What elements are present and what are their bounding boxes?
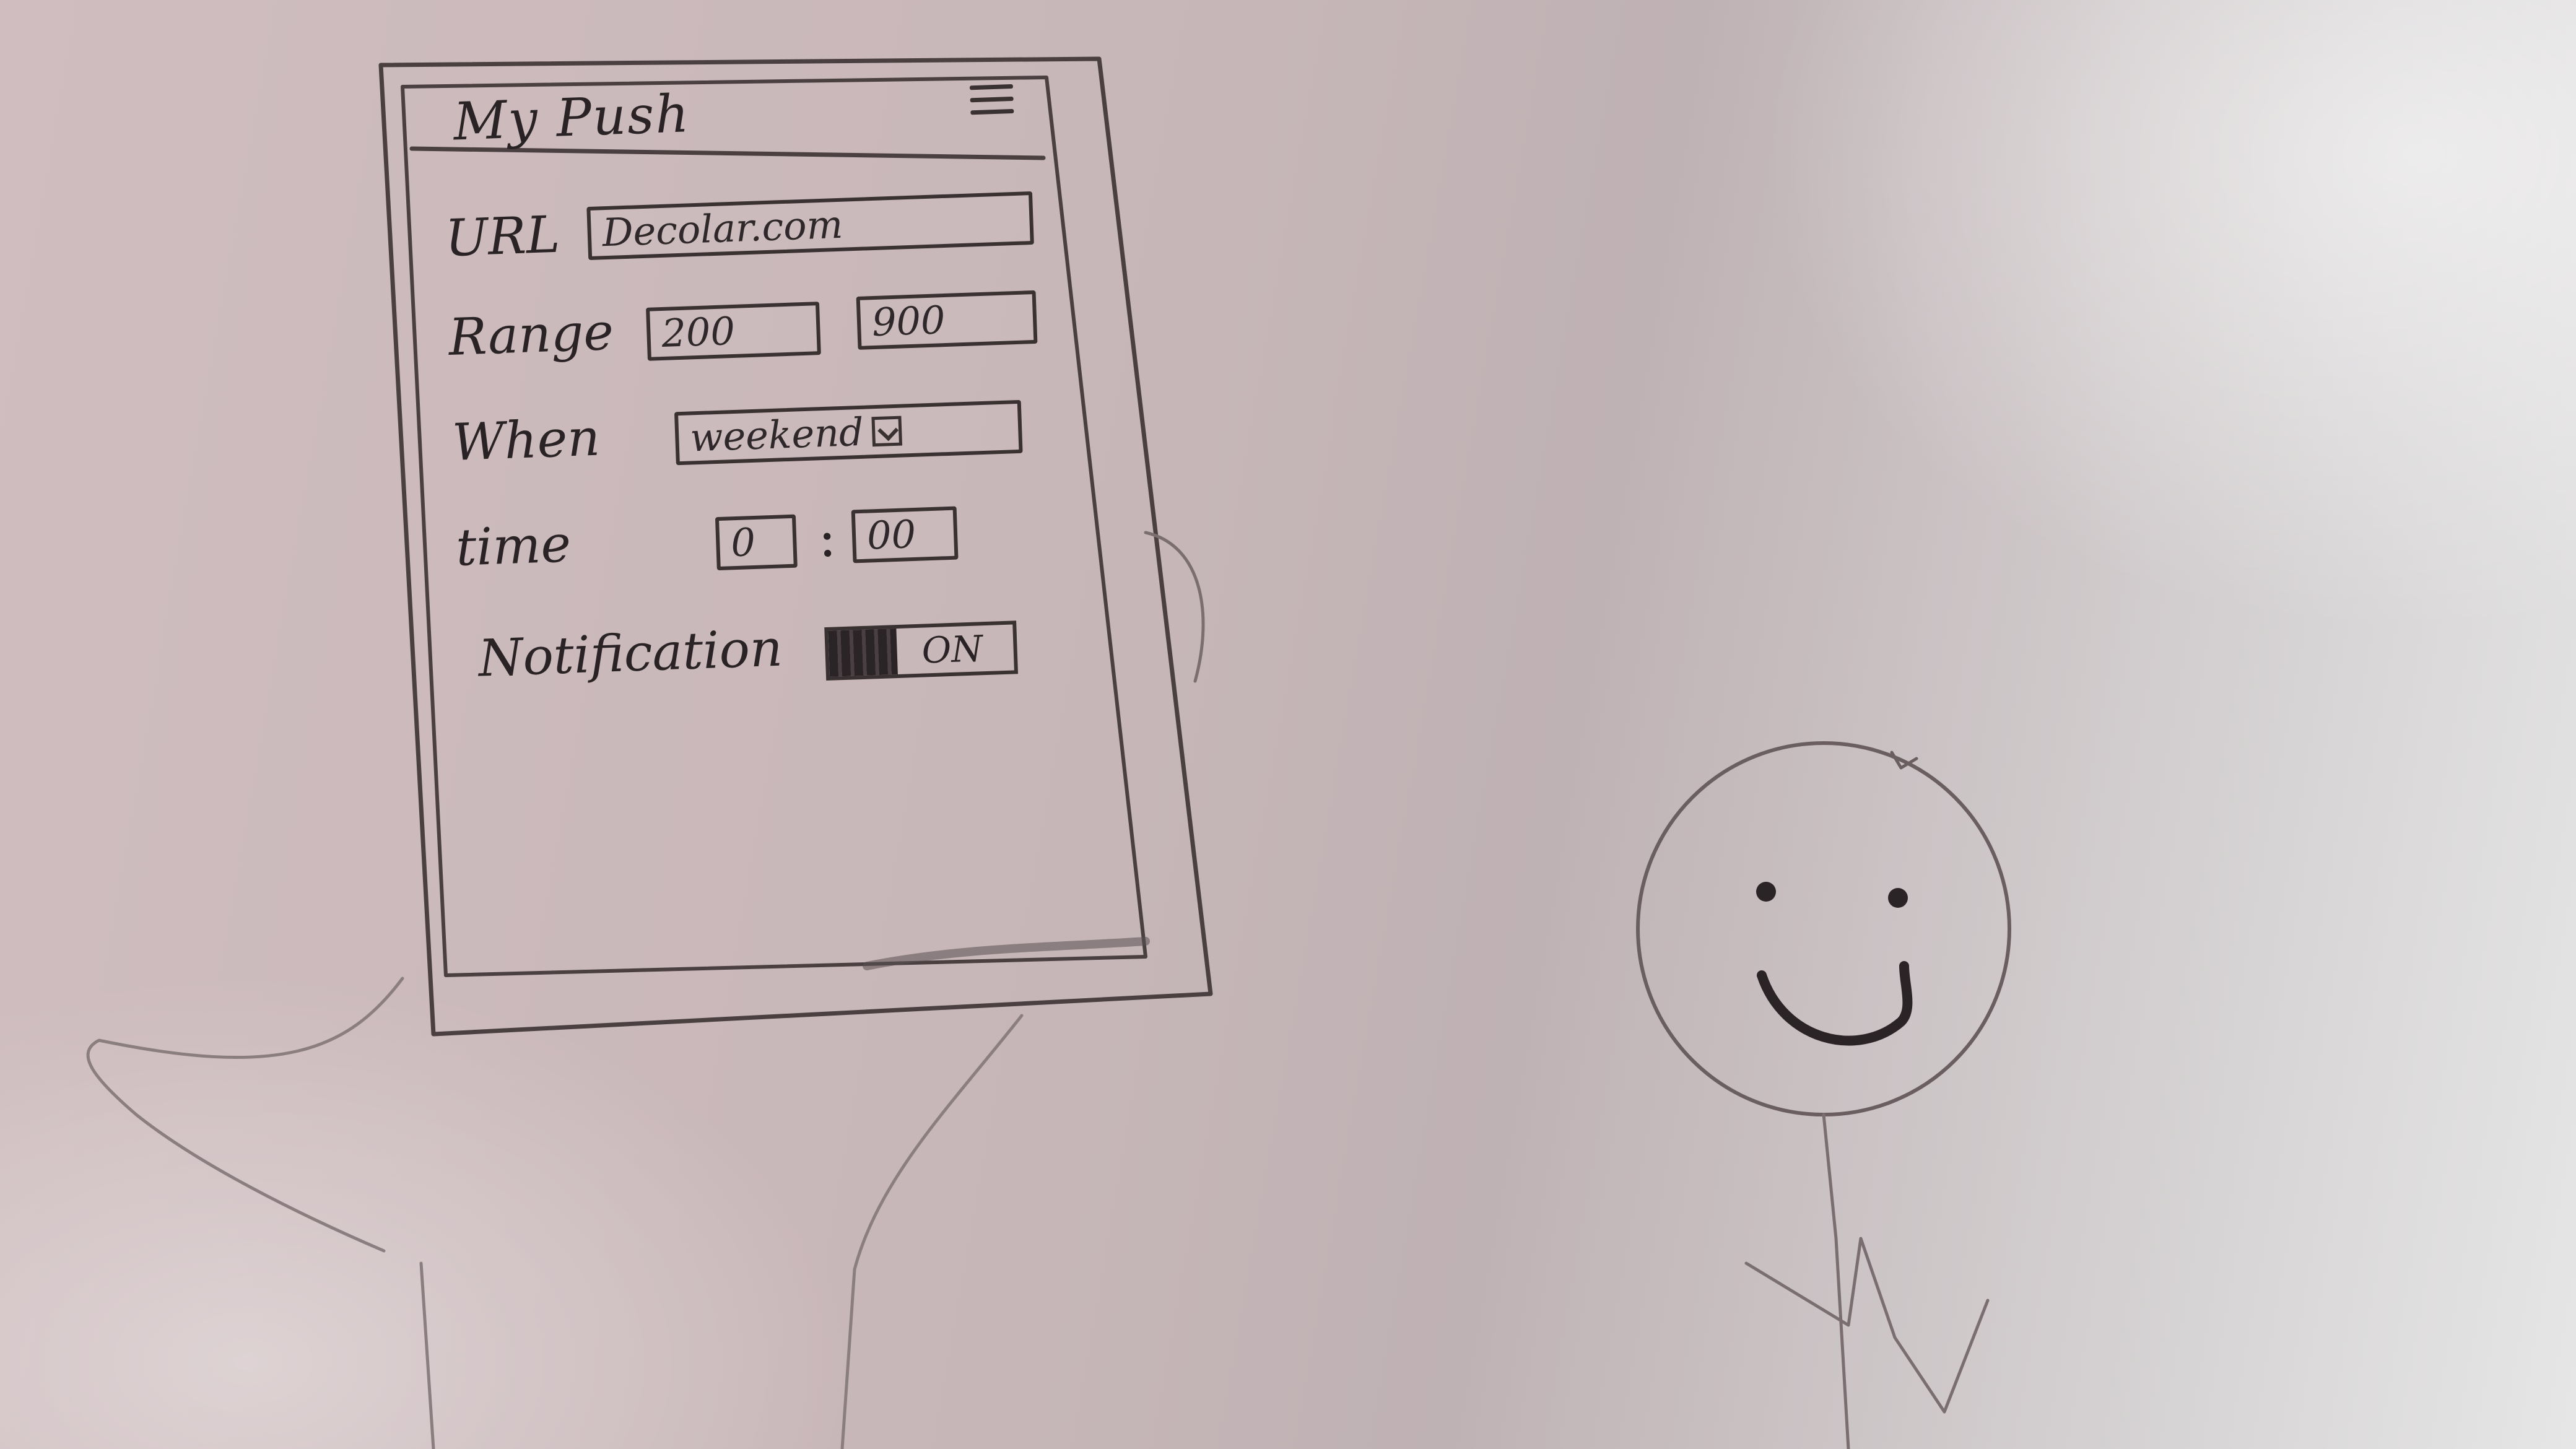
notification-row: Notification ON <box>459 603 1056 710</box>
left-arm <box>419 1261 435 1449</box>
range-min-input[interactable]: 200 <box>646 302 821 361</box>
range-row: Range 200 900 <box>448 282 1045 389</box>
stick-figure-left-eye <box>1756 882 1776 902</box>
when-label: When <box>451 408 601 472</box>
notification-label: Notification <box>477 619 784 689</box>
menu-line <box>970 96 1014 103</box>
time-label: time <box>455 515 572 578</box>
app-title: My Push <box>452 83 691 152</box>
range-max-input[interactable]: 900 <box>856 290 1038 350</box>
url-label: URL <box>444 205 561 269</box>
url-input[interactable]: Decolar.com <box>586 191 1034 261</box>
body-line <box>840 1014 1024 1449</box>
menu-line <box>969 84 1014 90</box>
url-row: URL Decolar.com <box>444 183 1041 290</box>
when-selected-value: weekend <box>689 409 864 461</box>
chevron-down-icon[interactable] <box>871 416 903 447</box>
time-minute-input[interactable]: 00 <box>851 506 959 564</box>
toggle-knob <box>828 629 898 677</box>
left-hand <box>86 977 404 1253</box>
time-row: time 0 : 00 <box>455 492 1051 599</box>
when-row: When weekend <box>451 386 1048 494</box>
stick-figure-smile <box>1757 961 1913 1046</box>
notification-state: ON <box>921 627 984 672</box>
stick-figure-neck <box>1822 1113 1850 1449</box>
range-label: Range <box>447 302 615 367</box>
stick-figure-head <box>1636 741 2011 1116</box>
when-select[interactable]: weekend <box>674 399 1023 466</box>
hand-thumb <box>1144 531 1205 683</box>
stick-figure-arms <box>1744 1237 1990 1414</box>
time-hour-input[interactable]: 0 <box>715 514 798 571</box>
menu-line <box>970 108 1014 115</box>
stick-figure-right-eye <box>1888 888 1908 908</box>
hamburger-menu-icon[interactable] <box>969 84 1014 123</box>
time-separator: : <box>817 507 837 570</box>
notification-toggle[interactable]: ON <box>824 620 1019 681</box>
pencil-sketch <box>86 56 2011 1449</box>
phone-mockup: My Push URL Decolar.com Range 200 900 Wh… <box>409 58 1077 972</box>
